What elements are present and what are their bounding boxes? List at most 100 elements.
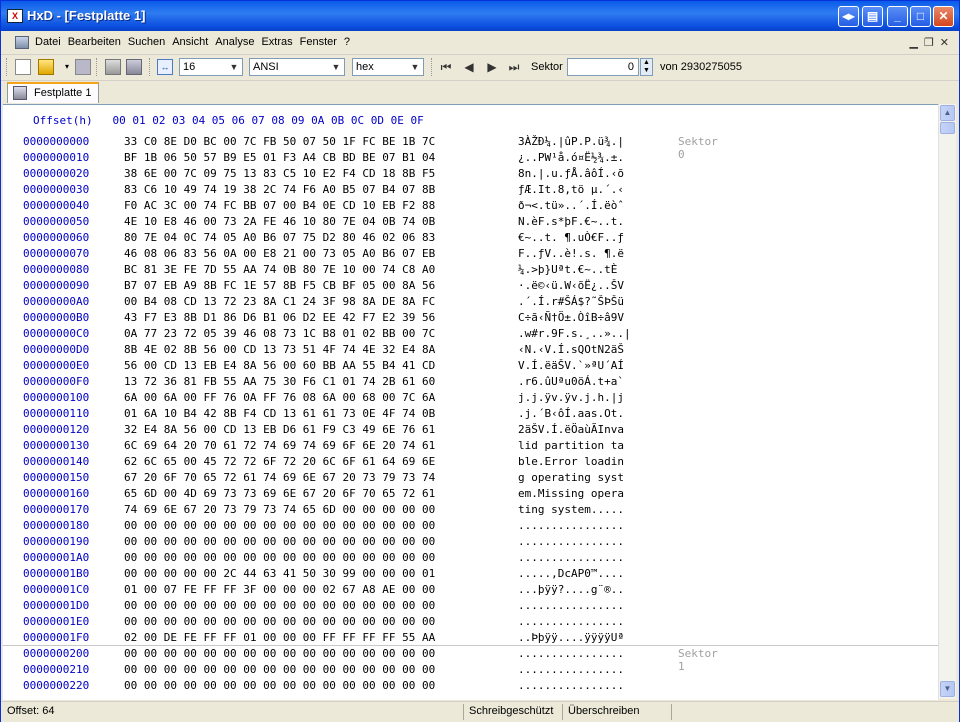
open-ram-icon[interactable] (126, 59, 142, 75)
menu-item-suchen[interactable]: Suchen (128, 36, 169, 48)
offset-base-select[interactable]: hex ▼ (352, 58, 424, 76)
window-list-icon[interactable]: ▤ (862, 6, 883, 27)
row-text[interactable]: 8n.|.u.ƒÅ.âôÍ.‹õ (518, 167, 624, 180)
row-hex-bytes[interactable]: 00 00 00 00 00 00 00 00 00 00 00 00 00 0… (124, 679, 435, 692)
hxd-app-icon[interactable]: X (7, 9, 23, 23)
row-hex-bytes[interactable]: 00 B4 08 CD 13 72 23 8A C1 24 3F 98 8A D… (124, 295, 435, 308)
row-text[interactable]: V.Í.ëäŠV.`»ªU´AÍ (518, 359, 624, 372)
row-text[interactable]: ble.Error loadin (518, 455, 624, 468)
first-sector-icon[interactable]: ⏮ (438, 59, 454, 75)
menu-item-datei[interactable]: Datei (35, 36, 65, 48)
tab-festplatte-1[interactable]: Festplatte 1 (7, 82, 99, 103)
sektor-input[interactable]: 0 (567, 58, 639, 76)
minimize-button[interactable]: _ (887, 6, 908, 27)
row-text[interactable]: ‹N.‹V.Í.sQOtN2äŠ (518, 343, 624, 356)
charset-select[interactable]: ANSI ▼ (249, 58, 345, 76)
row-text[interactable]: ................ (518, 679, 624, 692)
row-text[interactable]: ................ (518, 599, 624, 612)
open-folder-icon[interactable] (38, 59, 54, 75)
scroll-up-icon[interactable]: ▲ (940, 105, 955, 121)
row-hex-bytes[interactable]: 00 00 00 00 00 00 00 00 00 00 00 00 00 0… (124, 519, 435, 532)
row-hex-bytes[interactable]: 00 00 00 00 00 00 00 00 00 00 00 00 00 0… (124, 647, 435, 660)
row-hex-bytes[interactable]: 67 20 6F 70 65 72 61 74 69 6E 67 20 73 7… (124, 471, 435, 484)
row-hex-bytes[interactable]: BC 81 3E FE 7D 55 AA 74 0B 80 7E 10 00 7… (124, 263, 435, 276)
row-text[interactable]: lid partition ta (518, 439, 624, 452)
row-hex-bytes[interactable]: 80 7E 04 0C 74 05 A0 B6 07 75 D2 80 46 0… (124, 231, 435, 244)
row-text[interactable]: .w#r.9F.s.¸..»..| (518, 327, 631, 340)
row-text[interactable]: ·.ë©‹ü.W‹õË¿..ŠV (518, 279, 624, 292)
open-dropdown-icon[interactable]: ▾ (59, 59, 75, 75)
row-text[interactable]: em.Missing opera (518, 487, 624, 500)
save-icon[interactable] (75, 59, 91, 75)
new-file-icon[interactable] (15, 59, 31, 75)
status-readonly[interactable]: Schreibgeschützt (469, 705, 553, 719)
menu-item-ansicht[interactable]: Ansicht (172, 36, 212, 48)
row-hex-bytes[interactable]: 6C 69 64 20 70 61 72 74 69 74 69 6F 6E 2… (124, 439, 435, 452)
row-text[interactable]: ting system..... (518, 503, 624, 516)
close-button[interactable]: ✕ (933, 6, 954, 27)
row-text[interactable]: ................ (518, 647, 624, 660)
row-hex-bytes[interactable]: 56 00 CD 13 EB E4 8A 56 00 60 BB AA 55 B… (124, 359, 435, 372)
row-hex-bytes[interactable]: 32 E4 8A 56 00 CD 13 EB D6 61 F9 C3 49 6… (124, 423, 435, 436)
row-text[interactable]: ¼.>þ}Uªt.€~..tÈ (518, 263, 624, 276)
bytes-per-row-select[interactable]: 16 ▼ (179, 58, 243, 76)
row-hex-bytes[interactable]: 02 00 DE FE FF FF 01 00 00 00 FF FF FF F… (124, 631, 435, 644)
toolbar-grip-4[interactable] (431, 58, 435, 76)
row-hex-bytes[interactable]: 46 08 06 83 56 0A 00 E8 21 00 73 05 A0 B… (124, 247, 435, 260)
menu-item-bearbeiten[interactable]: Bearbeiten (68, 36, 125, 48)
menu-item-extras[interactable]: Extras (261, 36, 296, 48)
row-text[interactable]: .....,DcAP0™.... (518, 567, 624, 580)
row-text[interactable]: ð¬<.tü»..´.Í.ëòˆ (518, 199, 624, 212)
row-hex-bytes[interactable]: 43 F7 E3 8B D1 86 D6 B1 06 D2 EE 42 F7 E… (124, 311, 435, 324)
row-hex-bytes[interactable]: 00 00 00 00 00 00 00 00 00 00 00 00 00 0… (124, 599, 435, 612)
sektor-spinner[interactable]: ▲ ▼ (640, 58, 653, 76)
open-disk-icon[interactable] (105, 59, 121, 75)
row-text[interactable]: ................ (518, 663, 624, 676)
chevron-down-icon[interactable]: ▼ (408, 60, 422, 74)
row-text[interactable]: ................ (518, 615, 624, 628)
row-hex-bytes[interactable]: 13 72 36 81 FB 55 AA 75 30 F6 C1 01 74 2… (124, 375, 435, 388)
row-text[interactable]: .j.´B‹ôÍ.aas.Ot. (518, 407, 624, 420)
row-text[interactable]: ................ (518, 519, 624, 532)
scroll-thumb[interactable] (940, 122, 955, 134)
row-text[interactable]: 2äŠV.Í.ëÖaùÃInva (518, 423, 624, 436)
menu-item--[interactable]: ? (344, 36, 354, 48)
last-sector-icon[interactable]: ⏭ (506, 59, 522, 75)
previous-sector-icon[interactable]: ◀ (461, 59, 477, 75)
row-text[interactable]: ..Þþÿÿ....ÿÿÿÿUª (518, 631, 624, 644)
document-icon[interactable] (15, 36, 29, 49)
row-hex-bytes[interactable]: 65 6D 00 4D 69 73 73 69 6E 67 20 6F 70 6… (124, 487, 435, 500)
row-hex-bytes[interactable]: 6A 00 6A 00 FF 76 0A FF 76 08 6A 00 68 0… (124, 391, 435, 404)
mdi-close-icon[interactable]: ✕ (940, 36, 949, 49)
row-hex-bytes[interactable]: 4E 10 E8 46 00 73 2A FE 46 10 80 7E 04 0… (124, 215, 435, 228)
status-mode[interactable]: Überschreiben (568, 705, 640, 719)
scroll-down-icon[interactable]: ▼ (940, 681, 955, 697)
maximize-button[interactable]: □ (910, 6, 931, 27)
row-hex-bytes[interactable]: 00 00 00 00 00 00 00 00 00 00 00 00 00 0… (124, 615, 435, 628)
row-hex-bytes[interactable]: 83 C6 10 49 74 19 38 2C 74 F6 A0 B5 07 B… (124, 183, 435, 196)
row-hex-bytes[interactable]: 62 6C 65 00 45 72 72 6F 72 20 6C 6F 61 6… (124, 455, 435, 468)
row-hex-bytes[interactable]: 00 00 00 00 00 00 00 00 00 00 00 00 00 0… (124, 535, 435, 548)
row-text[interactable]: 3ÀŽÐ¼.|ûP.P.ü¾.| (518, 135, 624, 148)
row-text[interactable]: .´.Í.r#ŠÁ$?˜ŠÞŠü (518, 295, 624, 308)
row-hex-bytes[interactable]: 01 00 07 FE FF FF 3F 00 00 00 02 67 A8 A… (124, 583, 435, 596)
row-hex-bytes[interactable]: 74 69 6E 67 20 73 79 73 74 65 6D 00 00 0… (124, 503, 435, 516)
menu-item-fenster[interactable]: Fenster (300, 36, 341, 48)
row-hex-bytes[interactable]: 8B 4E 02 8B 56 00 CD 13 73 51 4F 74 4E 3… (124, 343, 435, 356)
chevron-down-icon[interactable]: ▼ (227, 60, 241, 74)
row-hex-bytes[interactable]: B7 07 EB A9 8B FC 1E 57 8B F5 CB BF 05 0… (124, 279, 435, 292)
row-hex-bytes[interactable]: BF 1B 06 50 57 B9 E5 01 F3 A4 CB BD BE 0… (124, 151, 435, 164)
row-hex-bytes[interactable]: 00 00 00 00 00 2C 44 63 41 50 30 99 00 0… (124, 567, 435, 580)
row-hex-bytes[interactable]: 33 C0 8E D0 BC 00 7C FB 50 07 50 1F FC B… (124, 135, 435, 148)
toolbar-grip-3[interactable] (149, 58, 153, 76)
row-hex-bytes[interactable]: 0A 77 23 72 05 39 46 08 73 1C B8 01 02 B… (124, 327, 435, 340)
vertical-scrollbar[interactable]: ▲ ▼ (938, 104, 956, 699)
chevron-down-icon[interactable]: ▼ (329, 60, 343, 74)
toolbar-grip-2[interactable] (96, 58, 100, 76)
row-hex-bytes[interactable]: F0 AC 3C 00 74 FC BB 07 00 B4 0E CD 10 E… (124, 199, 435, 212)
row-text[interactable]: ...þÿÿ?....g¨®.. (518, 583, 624, 596)
menu-item-analyse[interactable]: Analyse (215, 36, 258, 48)
row-hex-bytes[interactable]: 01 6A 10 B4 42 8B F4 CD 13 61 61 73 0E 4… (124, 407, 435, 420)
row-text[interactable]: j.j.ÿv.ÿv.j.h.|j (518, 391, 624, 404)
title-bar[interactable]: X HxD - [Festplatte 1] ◂▸ ▤ _ □ ✕ (1, 1, 959, 31)
